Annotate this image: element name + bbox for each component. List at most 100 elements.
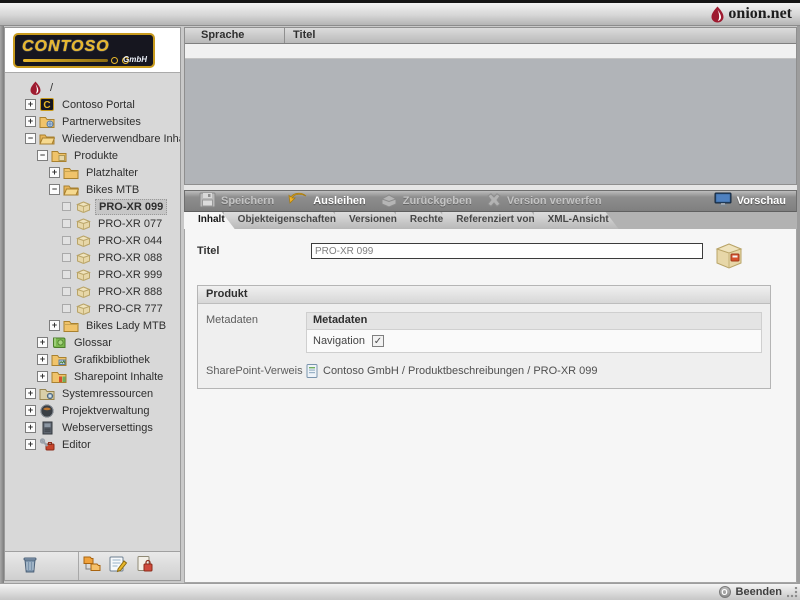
column-header-titel[interactable]: Titel (285, 28, 796, 43)
tree-item-contoso-portal[interactable]: +CContoso Portal (5, 96, 180, 113)
leaf-node-icon (62, 236, 71, 245)
tab-objekteigenschaften[interactable]: Objekteigenschaften (224, 212, 346, 229)
glossary-book-icon (51, 336, 67, 350)
tree-item-pro-xr-888[interactable]: PRO-XR 888 (5, 283, 180, 300)
tree-item-label: Produkte (71, 149, 121, 163)
toolbar-button-label: Vorschau (737, 195, 786, 207)
power-icon: O (719, 586, 731, 598)
checkin-icon (380, 193, 398, 210)
titel-field-row: Titel (197, 243, 703, 259)
server-icon (39, 421, 55, 435)
tree-item-produkte[interactable]: − Produkte (5, 147, 180, 164)
leaf-node-icon (62, 253, 71, 262)
column-header-sprache[interactable]: Sprache (185, 28, 285, 43)
tree-item-pro-xr-088[interactable]: PRO-XR 088 (5, 249, 180, 266)
tree-item-systemressourcen[interactable]: +Systemressourcen (5, 385, 180, 402)
titel-label: Titel (197, 243, 311, 259)
titel-input[interactable] (311, 243, 703, 259)
content-panel: Titel Produkt Metadaten Metadaten (184, 229, 797, 583)
leaf-node-icon (62, 202, 71, 211)
navigation-row: Navigation ✓ (307, 330, 761, 352)
document-icon (306, 364, 318, 378)
tab-referenziert-von[interactable]: Referenziert von (442, 212, 544, 229)
expand-icon[interactable]: + (25, 99, 36, 110)
tree-item-bikes-mtb[interactable]: − Bikes MTB (5, 181, 180, 198)
tree-item-platzhalter[interactable]: +Platzhalter (5, 164, 180, 181)
permissions-button[interactable] (131, 554, 157, 578)
tree-item-sharepoint-inhalte[interactable]: + Sharepoint Inhalte (5, 368, 180, 385)
expand-icon[interactable]: + (25, 439, 36, 450)
tree-item-label: PRO-XR 099 (95, 199, 167, 215)
speichern-button[interactable]: Speichern (199, 192, 274, 211)
tree-item-editor[interactable]: +Editor (5, 436, 180, 453)
tree-item-wiederverwendbare-inhalte[interactable]: −Wiederverwendbare Inhalte (5, 130, 180, 147)
collapse-icon[interactable]: − (25, 133, 36, 144)
expand-icon[interactable]: + (25, 116, 36, 127)
expand-icon[interactable]: + (37, 354, 48, 365)
save-icon (199, 192, 216, 211)
content-tree-icon (82, 555, 102, 578)
tree-item-label: PRO-XR 999 (95, 268, 165, 282)
delete-button[interactable] (17, 554, 43, 578)
tools-icon (39, 438, 55, 452)
tree-item-label: Bikes MTB (83, 183, 142, 197)
expand-icon[interactable]: + (25, 405, 36, 416)
package-icon (75, 251, 91, 265)
folder-icon (63, 166, 79, 180)
leaf-node-icon (62, 270, 71, 279)
exit-button[interactable]: Beenden (736, 586, 782, 598)
tree-item-pro-xr-099[interactable]: PRO-XR 099 (5, 198, 180, 215)
package-icon (75, 217, 91, 231)
tree-item-label: Projektverwaltung (59, 404, 152, 418)
collapse-icon[interactable]: − (37, 150, 48, 161)
tree-item-label: Sharepoint Inhalte (71, 370, 166, 384)
collapse-icon[interactable]: − (49, 184, 60, 195)
expand-icon[interactable]: + (37, 337, 48, 348)
contoso-logo-text: CONTOSO (22, 38, 110, 56)
version-verwerfen-button[interactable]: Version verwerfen (486, 193, 602, 210)
tree-item-pro-xr-044[interactable]: PRO-XR 044 (5, 232, 180, 249)
sharepoint-reference[interactable]: Contoso GmbH / Produktbeschreibungen / P… (306, 363, 598, 378)
resize-grip[interactable] (787, 587, 798, 598)
logo-area: CONTOSO GmbH (5, 28, 180, 73)
content-tree-button[interactable] (79, 554, 105, 578)
expand-icon[interactable]: + (25, 422, 36, 433)
tree-item-pro-xr-077[interactable]: PRO-XR 077 (5, 215, 180, 232)
tree-item-partnerwebsites[interactable]: + Partnerwebsites (5, 113, 180, 130)
expand-icon[interactable]: + (49, 167, 60, 178)
tree-item-grafikbibliothek[interactable]: +Grafikbibliothek (5, 351, 180, 368)
tree-item-[interactable]: / (5, 79, 180, 96)
tree-item-webserversettings[interactable]: + Webserversettings (5, 419, 180, 436)
package-icon (75, 268, 91, 282)
folder-open-icon (39, 132, 55, 146)
folder-sites-icon (39, 115, 55, 129)
monitor-icon (714, 192, 732, 210)
zurückgeben-button[interactable]: Zurückgeben (380, 193, 472, 210)
tree-item-pro-cr-777[interactable]: PRO-CR 777 (5, 300, 180, 317)
language-table-empty-row[interactable] (185, 44, 796, 59)
expand-icon[interactable]: + (37, 371, 48, 382)
tree-item-label: Webserversettings (59, 421, 156, 435)
expand-icon[interactable]: + (49, 320, 60, 331)
tree-item-bikes-lady-mtb[interactable]: +Bikes Lady MTB (5, 317, 180, 334)
tree-item-label: PRO-CR 777 (95, 302, 166, 316)
vorschau-button[interactable]: Vorschau (714, 192, 786, 210)
tree-item-glossar[interactable]: + Glossar (5, 334, 180, 351)
navigation-checkbox[interactable]: ✓ (372, 335, 384, 347)
lock-doc-icon (135, 555, 153, 578)
folder-gear-icon (39, 387, 55, 401)
sidebar: CONTOSO GmbH /+CContoso Portal+Partnerwe… (4, 27, 181, 581)
brand-title: onion.net (728, 5, 792, 23)
sidebar-toolbar-cell (105, 552, 131, 580)
ausleihen-button[interactable]: Ausleihen (288, 192, 366, 210)
tab-xml-ansicht[interactable]: XML-Ansicht (534, 212, 619, 229)
tree-item-projektverwaltung[interactable]: + Projektverwaltung (5, 402, 180, 419)
edit-button[interactable] (105, 554, 131, 578)
tree-item-label: Glossar (71, 336, 115, 350)
sidebar-toolbar-cell (5, 552, 79, 580)
sidebar-bottom-toolbar (5, 551, 180, 580)
expand-icon[interactable]: + (25, 388, 36, 399)
tree-item-label: Partnerwebsites (59, 115, 144, 129)
language-table-header: Sprache Titel (185, 28, 796, 44)
tree-item-pro-xr-999[interactable]: PRO-XR 999 (5, 266, 180, 283)
